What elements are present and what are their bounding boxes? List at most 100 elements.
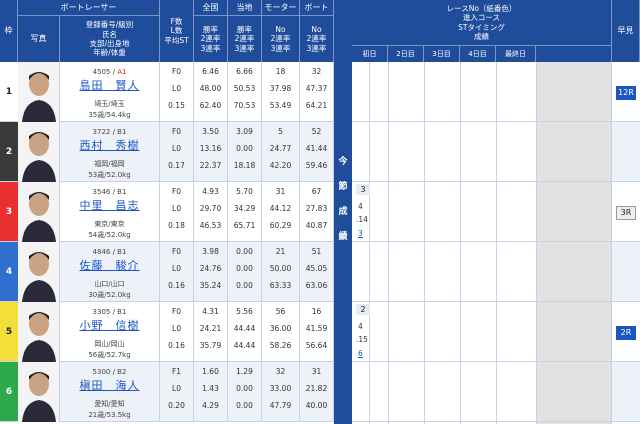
header-boat-labels: No 2連率 3連率 xyxy=(300,16,334,62)
local-stats-value: 34.29 xyxy=(233,204,256,213)
local-stats-value: 5.70 xyxy=(236,187,253,196)
racer-class: B1 xyxy=(117,308,127,316)
racer-name-link[interactable]: 島田 賢人 xyxy=(60,77,159,93)
motor-stats-value: 44.12 xyxy=(269,204,292,213)
local-stats-value: 0.00 xyxy=(236,247,253,256)
racer-name-link[interactable]: 槇田 海人 xyxy=(60,377,159,393)
racer-branch: 岡山/岡山 xyxy=(94,340,125,348)
fl-stats-value: L0 xyxy=(172,324,181,333)
racer-info: 4505 / A1 島田 賢人 埼玉/埼玉 35歳/54.4kg xyxy=(60,62,160,122)
racer-photo xyxy=(18,182,60,242)
racer-info: 3546 / B1 中里 昌志 東京/東京 54歳/52.0kg xyxy=(60,182,160,242)
national-stats-value: 4.29 xyxy=(202,401,219,410)
header-photo: 写真 xyxy=(18,16,60,62)
national-stats: 1.60 1.43 4.29 xyxy=(194,362,228,422)
national-stats: 4.93 29.70 46.53 xyxy=(194,182,228,242)
motor-stats-value: 50.00 xyxy=(269,264,292,273)
local-stats-value: 44.44 xyxy=(233,341,256,350)
header-fl: F数 L数 平均ST xyxy=(160,0,194,62)
racer-age-weight: 56歳/52.7kg xyxy=(88,351,131,359)
motor-stats: 56 36.00 58.26 xyxy=(262,302,300,362)
racer-class: B1 xyxy=(117,188,127,196)
motor-stats: 31 44.12 60.29 xyxy=(262,182,300,242)
racer-info: 4846 / B1 佐藤 駿介 山口/山口 30歳/52.0kg xyxy=(60,242,160,302)
frame-number: 3 xyxy=(0,182,18,242)
local-stats: 1.29 0.00 0.00 xyxy=(228,362,262,422)
fl-stats: F0 L0 0.15 xyxy=(160,62,194,122)
national-stats-value: 22.37 xyxy=(199,161,222,170)
local-stats: 5.56 44.44 44.44 xyxy=(228,302,262,362)
result-rank-link[interactable]: 3 xyxy=(358,229,363,238)
racer-class: B1 xyxy=(117,248,127,256)
local-stats-value: 18.18 xyxy=(233,161,256,170)
boat-stats-value: 41.44 xyxy=(305,144,328,153)
motor-stats-value: 37.98 xyxy=(269,84,292,93)
grid-row-line xyxy=(352,301,612,302)
racer-age-weight: 35歳/54.4kg xyxy=(88,111,131,119)
racer-name-link[interactable]: 佐藤 駿介 xyxy=(60,257,159,273)
racer-age-weight: 54歳/52.0kg xyxy=(88,231,131,239)
header-early: 早見 xyxy=(612,0,640,62)
results-grid xyxy=(352,62,612,424)
early-race-link[interactable]: 12R xyxy=(616,86,636,100)
local-stats-value: 0.00 xyxy=(236,384,253,393)
local-stats-value: 0.00 xyxy=(236,281,253,290)
national-stats-value: 1.60 xyxy=(202,367,219,376)
local-stats-value: 5.56 xyxy=(236,307,253,316)
motor-stats-value: 24.77 xyxy=(269,144,292,153)
motor-stats: 5 24.77 42.20 xyxy=(262,122,300,182)
motor-stats-value: 42.20 xyxy=(269,161,292,170)
national-stats-value: 24.76 xyxy=(199,264,222,273)
header-day-2: 2日目 xyxy=(388,46,424,62)
racer-name-link[interactable]: 西村 秀樹 xyxy=(60,137,159,153)
early-cell xyxy=(612,122,640,182)
national-stats-value: 62.40 xyxy=(199,101,222,110)
early-cell xyxy=(612,362,640,422)
boat-stats-value: 27.83 xyxy=(305,204,328,213)
local-stats: 5.70 34.29 65.71 xyxy=(228,182,262,242)
motor-stats-value: 60.29 xyxy=(269,221,292,230)
result-rank-link[interactable]: 6 xyxy=(358,349,363,358)
fl-stats-value: 0.16 xyxy=(168,281,185,290)
national-stats-value: 1.43 xyxy=(202,384,219,393)
boat-stats: 16 41.59 56.64 xyxy=(300,302,334,362)
boat-stats-value: 41.59 xyxy=(305,324,328,333)
boat-stats-value: 63.06 xyxy=(305,281,328,290)
racer-name-link[interactable]: 小野 信樹 xyxy=(60,317,159,333)
fl-stats-value: F0 xyxy=(171,307,182,316)
racer-branch: 山口/山口 xyxy=(94,280,125,288)
fl-stats-value: F0 xyxy=(171,187,182,196)
boat-stats: 31 21.82 40.00 xyxy=(300,362,334,422)
early-race-link[interactable]: 3R xyxy=(616,206,636,220)
racer-name-link[interactable]: 中里 昌志 xyxy=(60,197,159,213)
fl-stats-value: L0 xyxy=(172,384,181,393)
local-stats-value: 0.00 xyxy=(236,144,253,153)
motor-stats-value: 36.00 xyxy=(269,324,292,333)
national-stats-value: 13.16 xyxy=(199,144,222,153)
racer-age-weight: 53歳/52.0kg xyxy=(88,171,131,179)
motor-stats-value: 32 xyxy=(275,367,286,376)
racer-branch: 愛知/愛知 xyxy=(94,400,125,408)
racer-branch: 福岡/福岡 xyxy=(94,160,125,168)
st-timing: 4 xyxy=(358,202,363,211)
boat-stats-value: 56.64 xyxy=(305,341,328,350)
fl-stats-value: L0 xyxy=(172,204,181,213)
boat-stats: 52 41.44 59.46 xyxy=(300,122,334,182)
fl-stats: F0 L0 0.17 xyxy=(160,122,194,182)
national-stats-value: 29.70 xyxy=(199,204,222,213)
motor-stats-value: 5 xyxy=(278,127,283,136)
motor-stats-value: 63.33 xyxy=(269,281,292,290)
early-race-link[interactable]: 2R xyxy=(616,326,636,340)
racer-photo xyxy=(18,122,60,182)
frame-number: 5 xyxy=(0,302,18,362)
national-stats: 3.50 13.16 22.37 xyxy=(194,122,228,182)
header-frame: 枠 xyxy=(0,0,18,62)
st-timing: 4 xyxy=(358,322,363,331)
local-stats: 3.09 0.00 18.18 xyxy=(228,122,262,182)
racer-reg: 3305 / B1 xyxy=(92,308,127,316)
boat-stats-value: 47.37 xyxy=(305,84,328,93)
motor-stats-value: 31 xyxy=(275,187,286,196)
header-racer-info: 登録番号/級別 氏名 支部/出身地 年齢/体重 xyxy=(60,16,160,62)
grid-row-line xyxy=(352,241,612,242)
local-stats-value: 65.71 xyxy=(233,221,256,230)
